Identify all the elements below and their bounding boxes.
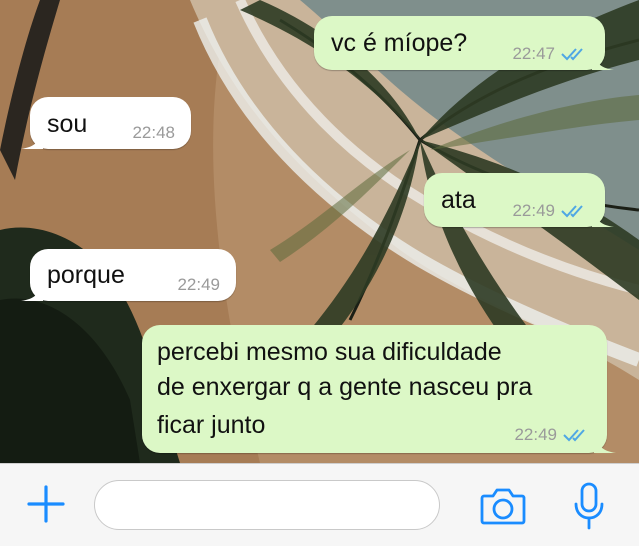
message-time: 22:49 (177, 275, 220, 294)
bubble-tail (21, 279, 43, 301)
message-text: ata (441, 186, 476, 214)
bubble-tail (594, 431, 616, 453)
message-input[interactable] (94, 480, 440, 530)
message-time: 22:47 (512, 44, 555, 63)
message-line: de enxergar q a gente nasceu pra (157, 373, 533, 401)
message-line: percebi mesmo sua dificuldade (157, 338, 502, 366)
message-bubble-incoming[interactable]: porque 22:49 (21, 249, 236, 301)
message-time: 22:49 (514, 425, 557, 444)
double-check-icon (561, 205, 583, 218)
message-line: ficar junto (157, 411, 266, 439)
microphone-icon[interactable] (572, 482, 606, 530)
bubble-tail (592, 48, 614, 70)
double-check-icon (563, 429, 585, 442)
message-bubble-outgoing[interactable]: ata 22:49 (424, 173, 614, 227)
bubble-tail (592, 205, 614, 227)
message-bubble-outgoing[interactable]: vc é míope? 22:47 (314, 16, 614, 70)
message-text: porque (47, 261, 125, 289)
double-check-icon (561, 48, 583, 61)
bubble-tail (21, 127, 43, 149)
message-bubble-outgoing[interactable]: percebi mesmo sua dificuldade de enxerga… (142, 325, 616, 453)
message-text: sou (47, 110, 88, 138)
camera-icon[interactable] (480, 486, 526, 526)
message-text: vc é míope? (331, 29, 468, 57)
message-time: 22:48 (132, 123, 175, 142)
message-bubble-incoming[interactable]: sou 22:48 (21, 97, 191, 149)
message-input-bar (0, 463, 639, 546)
plus-icon[interactable] (26, 484, 66, 524)
message-time: 22:49 (512, 201, 555, 220)
